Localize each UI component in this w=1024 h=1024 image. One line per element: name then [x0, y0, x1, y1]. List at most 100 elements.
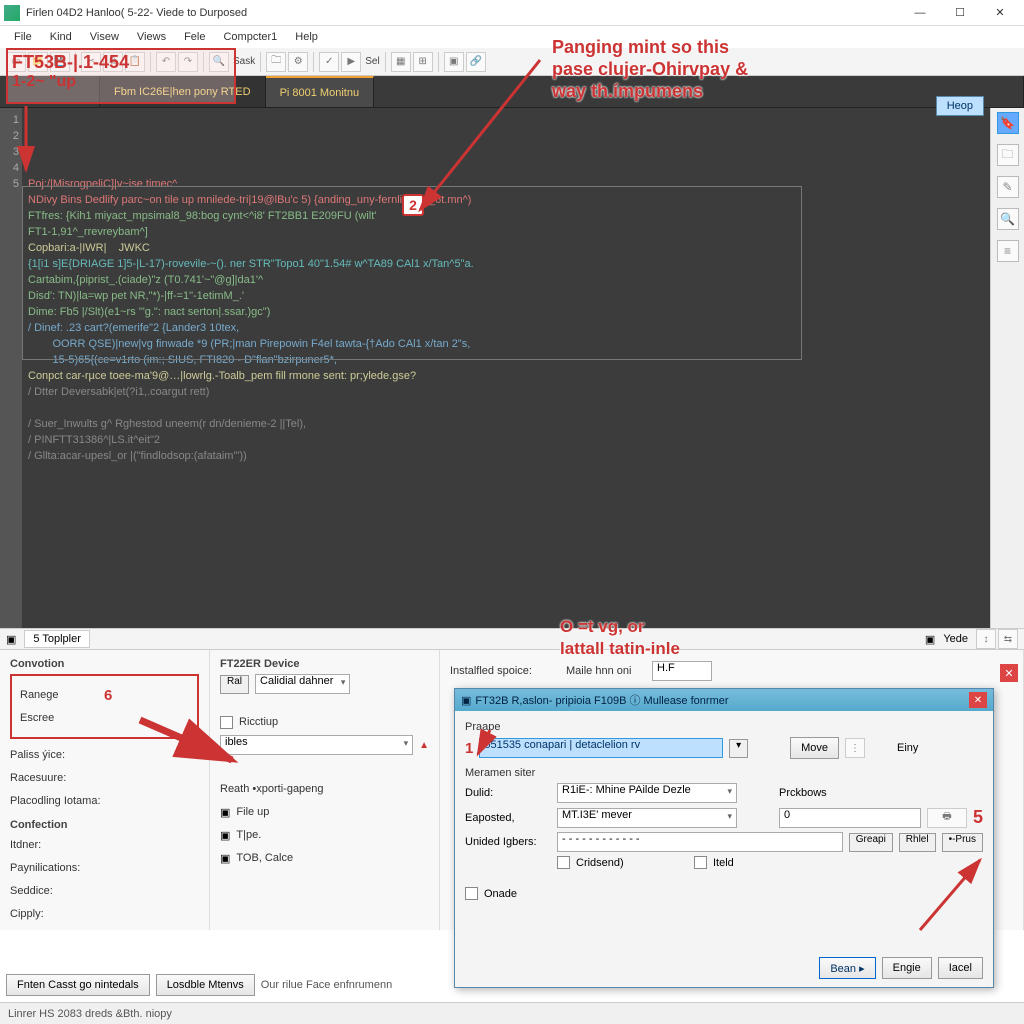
dialog-titlebar[interactable]: ▣ FT32B R,aslon- pripioia F109B ⓘ Mullea… — [455, 689, 993, 711]
callout-6: 6 — [104, 687, 112, 704]
tool-gear-icon[interactable]: ⚙ — [288, 52, 308, 72]
confection-heading: Confection — [10, 819, 199, 831]
eaposted-select[interactable]: MT.I3E' mever — [557, 808, 737, 828]
menu-file[interactable]: File — [6, 29, 40, 45]
praape-dd-icon[interactable]: ▾ — [729, 739, 748, 758]
panel-close-button[interactable]: ✕ — [1000, 664, 1018, 682]
fileup-label: File up — [236, 806, 314, 818]
tool-run-icon[interactable]: ▶ — [341, 52, 361, 72]
unided-label: Unided Igbers: — [465, 836, 551, 848]
duld-select[interactable]: R1iE-: Mhine PAilde Dezle — [557, 783, 737, 803]
range-group: Ranege6 Escree — [10, 674, 199, 739]
ranege-label: Ranege — [20, 689, 98, 701]
itdner-label: Itdner: — [10, 839, 88, 851]
praape-input[interactable]: 651535 conapari | detaclelion rv — [479, 738, 723, 758]
ibles-select[interactable]: ibles — [220, 735, 413, 755]
status-text: Linrer HS 2083 dreds &Bth. niopy — [8, 1008, 172, 1020]
rail-search-icon[interactable]: 🔍 — [997, 208, 1019, 230]
menubar: File Kind Visew Views Fele Compcter1 Hel… — [0, 26, 1024, 48]
bean-button[interactable]: Bean ▸ — [819, 957, 875, 979]
lower-tab-toppler[interactable]: 5 Toplpler — [24, 630, 90, 648]
crdsend-checkbox[interactable] — [557, 856, 570, 869]
our-label: Our rilue Face enfnrumenn — [261, 979, 392, 991]
tpe-label: T|pe. — [236, 829, 314, 841]
tool-table-icon[interactable]: ⊞ — [413, 52, 433, 72]
lower-ico2[interactable]: ⇆ — [998, 629, 1018, 649]
fnten-button[interactable]: Fnten Casst go nintedals — [6, 974, 150, 996]
workspace: 12345 2 Poj:/|MisrogpeliC]|v~ise timec^N… — [0, 108, 1024, 628]
tpe-icon: ▣ — [220, 829, 230, 842]
menu-compcter[interactable]: Compcter1 — [215, 29, 285, 45]
tool-link-icon[interactable]: 🔗 — [466, 52, 486, 72]
device-icon: 🖶 — [927, 808, 967, 828]
seddice-label: Seddice: — [10, 885, 88, 897]
app-icon — [4, 5, 20, 21]
onde-label: Onade — [484, 888, 570, 900]
menu-visew[interactable]: Visew — [82, 29, 127, 45]
close-button[interactable]: ✕ — [980, 2, 1020, 24]
lower-tab-yede-icon: ▣ — [925, 633, 935, 646]
tab-extra[interactable] — [374, 76, 1024, 107]
minimize-button[interactable]: — — [900, 2, 940, 24]
rail-folder-icon[interactable]: 🗀 — [997, 144, 1019, 166]
duld-label: Dulid: — [465, 787, 551, 799]
dialog-close-button[interactable]: ✕ — [969, 692, 987, 708]
praape-label: Praape — [465, 721, 983, 733]
unided-input[interactable]: - - - - - - - - - - - - — [557, 832, 843, 852]
fileup-icon: ▣ — [220, 806, 230, 819]
bookmark-icon[interactable]: 🔖 — [997, 112, 1019, 134]
tacel-button[interactable]: Iacel — [938, 957, 983, 979]
dialog-title: FT32B R,aslon- pripioia F109B ⓘ Mullease… — [475, 692, 728, 708]
tool-sel-label: Sel — [365, 56, 379, 67]
meramen-label: Meramen siter — [465, 767, 983, 779]
greapi-button[interactable]: Greapi — [849, 833, 893, 852]
maile-label: Maile hnn oni — [566, 665, 646, 677]
paliss-label: Paliss ýice: — [10, 749, 88, 761]
rhlel-button[interactable]: Rhlel — [899, 833, 936, 852]
onde-checkbox[interactable] — [465, 887, 478, 900]
callout-2: 2 — [402, 194, 424, 216]
move-opts-icon[interactable]: ⋮ — [845, 738, 865, 758]
tool-grid-icon[interactable]: ▦ — [391, 52, 411, 72]
engie-button[interactable]: Engie — [882, 957, 932, 979]
menu-kind[interactable]: Kind — [42, 29, 80, 45]
installed-label: Instalfled spoice: — [450, 665, 560, 677]
menu-fele[interactable]: Fele — [176, 29, 213, 45]
lower-tab-yede[interactable]: Yede — [943, 633, 968, 645]
code-editor[interactable]: 2 Poj:/|MisrogpeliC]|v~ise timec^NDivy B… — [22, 108, 990, 628]
warn-icon: ▲ — [419, 740, 429, 751]
prckbows-input[interactable]: 0 — [779, 808, 921, 828]
payni-label: Paynilications: — [10, 862, 88, 874]
tool-check-icon[interactable]: ✓ — [319, 52, 339, 72]
callout-5: 5 — [973, 807, 983, 828]
move-button[interactable]: Move — [790, 737, 839, 759]
help-button[interactable]: Heop — [936, 96, 984, 116]
menu-views[interactable]: Views — [129, 29, 174, 45]
iteld-label: Iteld — [713, 857, 799, 869]
tool-chip-icon[interactable]: ▣ — [444, 52, 464, 72]
cipply-label: Cipply: — [10, 908, 88, 920]
hf-input[interactable]: H.F — [652, 661, 712, 681]
prckbows-label: Prckbows — [779, 787, 839, 799]
lower-ico1[interactable]: ↕ — [976, 629, 996, 649]
einy-label: Einy — [897, 742, 983, 754]
rail-list-icon[interactable]: ≡ — [997, 240, 1019, 262]
annot-box-1: FT53B-|.1-454 1-2~ "up — [6, 48, 236, 104]
lower-tab-icon: ▣ — [6, 633, 16, 646]
maximize-button[interactable]: ☐ — [940, 2, 980, 24]
tob-icon: ▣ — [220, 852, 230, 865]
reath-label: Reath •xporti-gapeng — [220, 783, 324, 795]
prus-button[interactable]: •-Prus — [942, 833, 983, 852]
tool-folder-icon[interactable]: 🗀 — [266, 52, 286, 72]
menu-help[interactable]: Help — [287, 29, 326, 45]
ral-button[interactable]: Ral — [220, 675, 249, 694]
calidial-select[interactable]: Calidial dahner — [255, 674, 350, 694]
tab-monitor[interactable]: Pi 8001 Monitnu — [266, 76, 375, 107]
iteld-checkbox[interactable] — [694, 856, 707, 869]
crdsend-label: Cridsend) — [576, 857, 662, 869]
ricctup-checkbox[interactable] — [220, 716, 233, 729]
device-heading: FT22ER Device — [220, 658, 429, 670]
callout-1: 1 — [465, 740, 473, 757]
losble-button[interactable]: Losdble Mtenvs — [156, 974, 255, 996]
rail-wand-icon[interactable]: ✎ — [997, 176, 1019, 198]
